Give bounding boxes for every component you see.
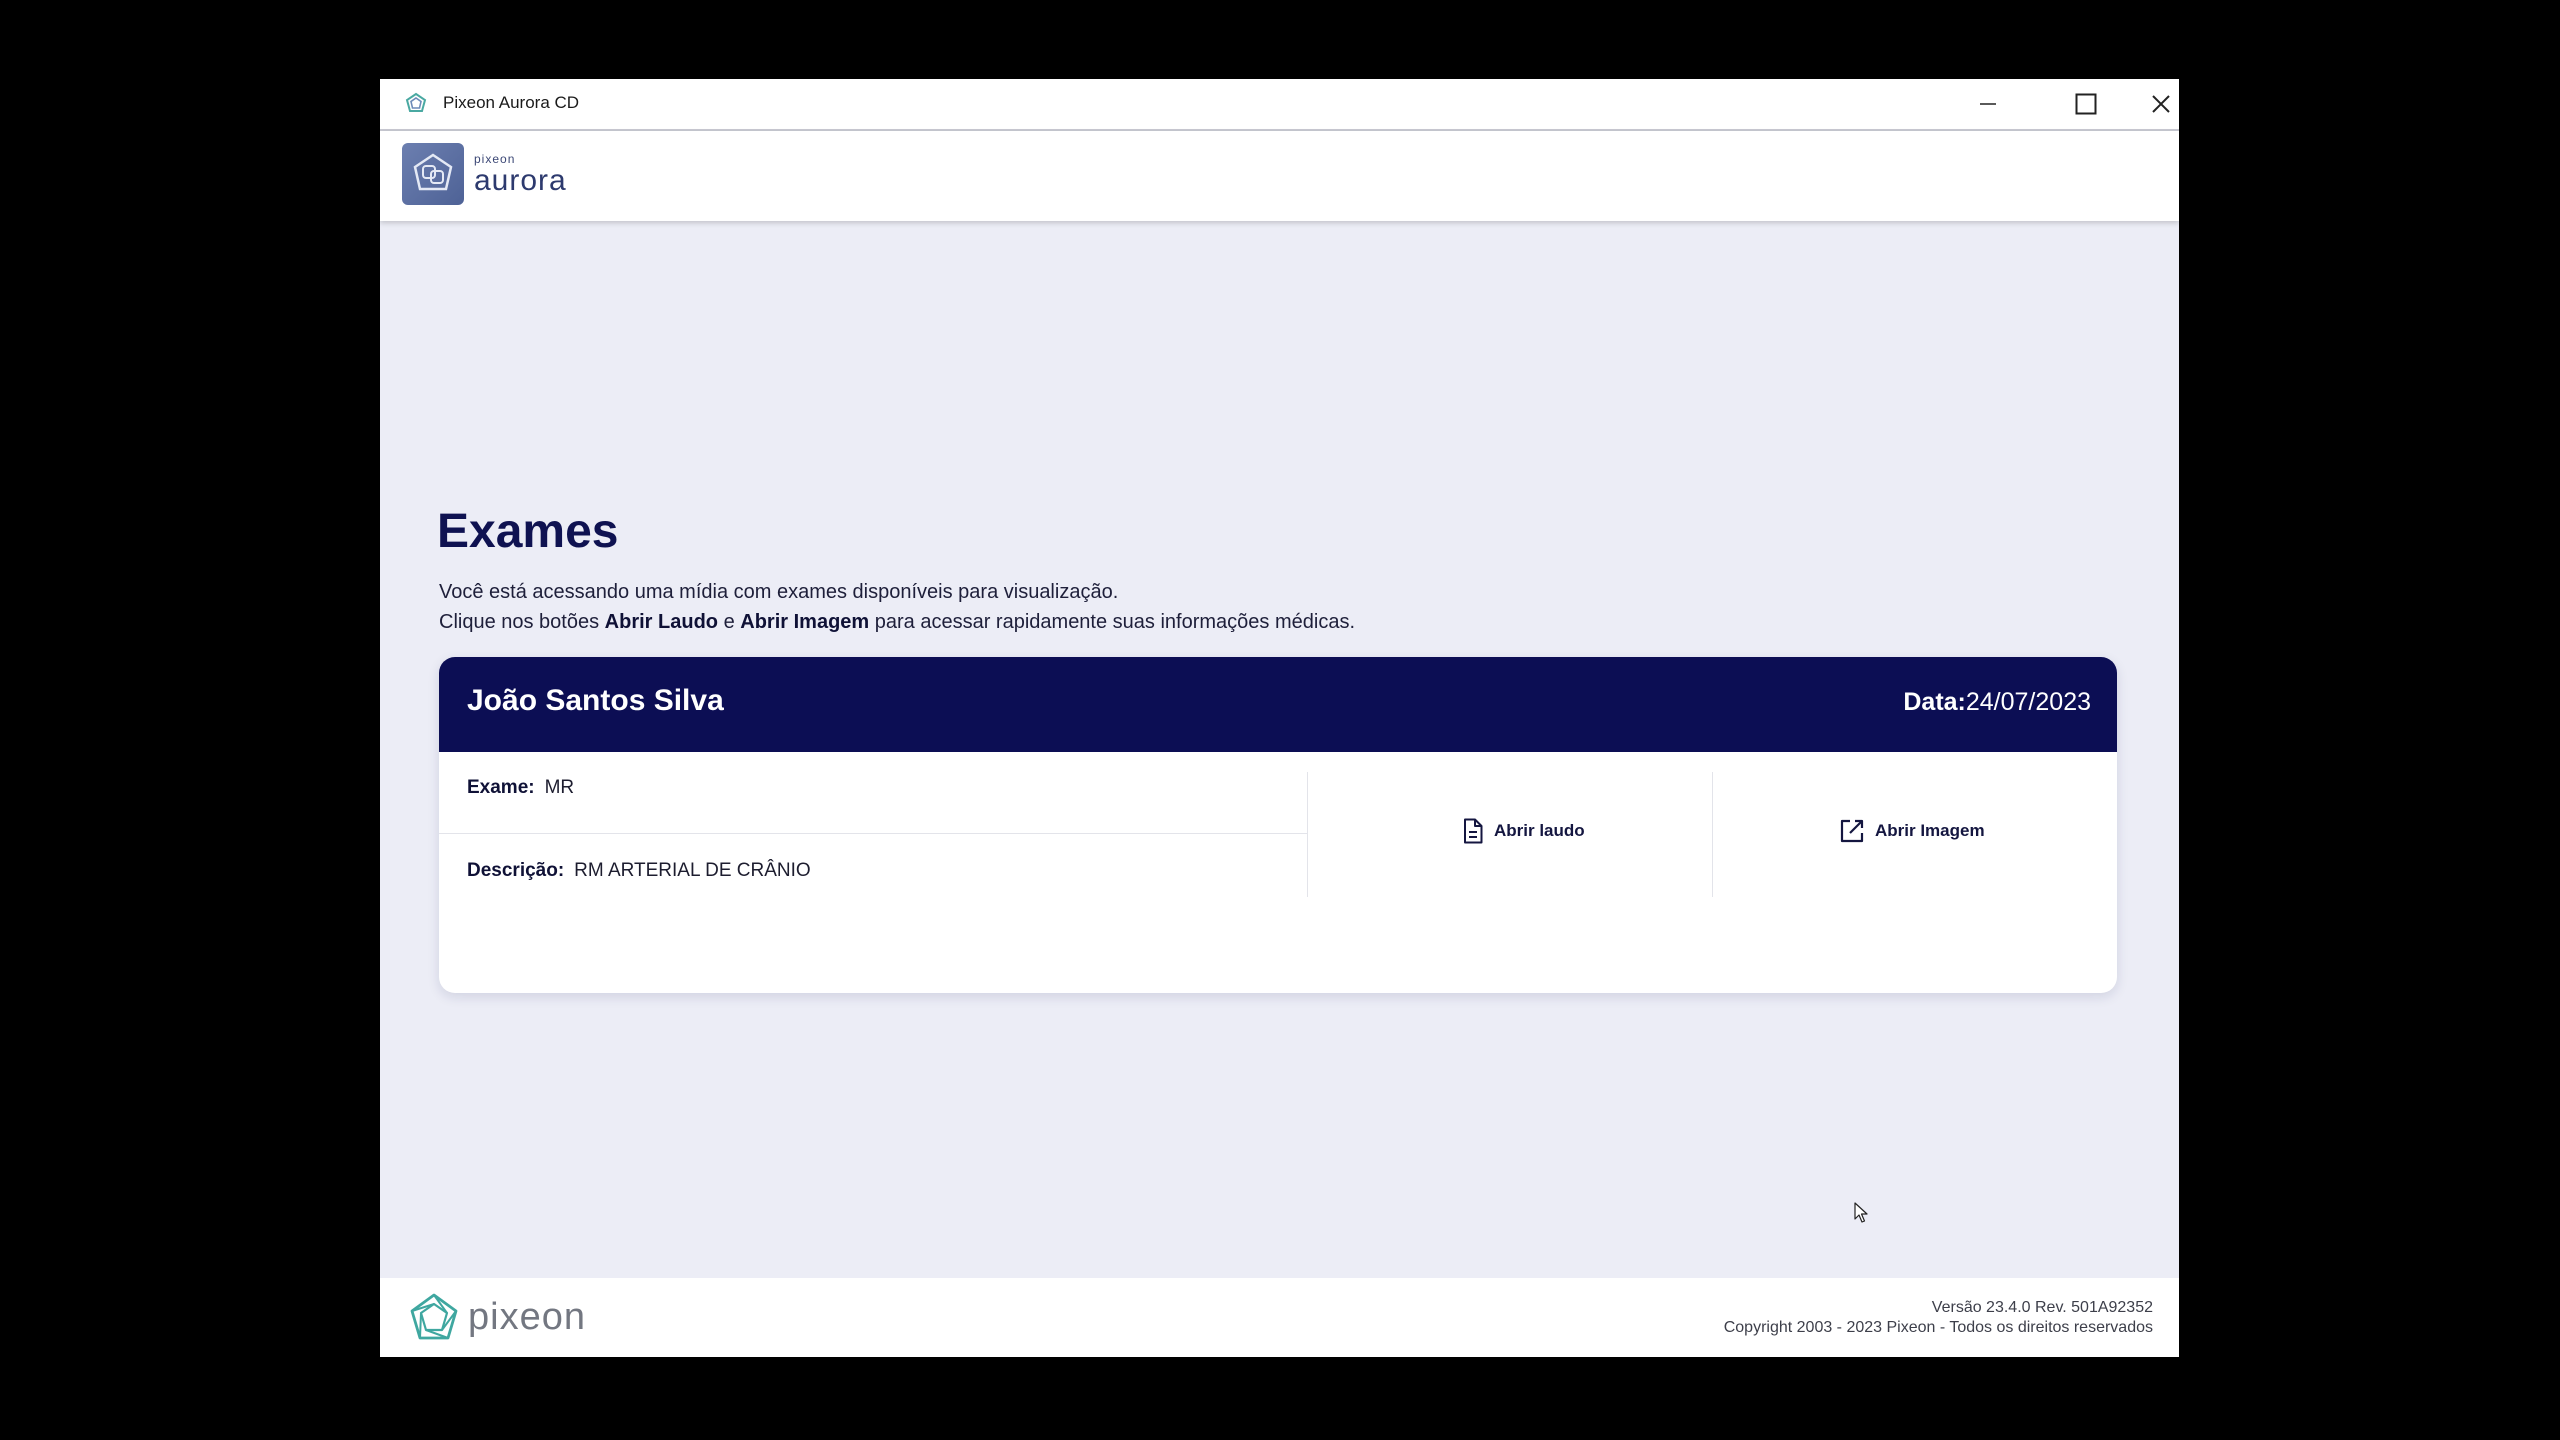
footer: PIXEON Versão 23.4.0 Rev. 501A92352 Copy… [380,1278,2179,1357]
exam-date-value: 24/07/2023 [1965,688,2091,716]
maximize-button[interactable] [2038,79,2134,129]
exam-type-value: MR [544,777,575,798]
window-title: Pixeon Aurora CD [443,93,580,112]
exam-description-label: Descrição: [467,860,565,881]
app-header: PIXEON AURORA [380,131,2179,221]
aurora-logo-mark [402,143,464,205]
exam-card-body: Exame: MR Descrição: RM ARTERIAL DE CRÂNIO… [439,752,2117,993]
footer-info: Versão 23.4.0 Rev. 501A92352 Copyright 2… [1724,1298,2153,1338]
exam-type-row: Exame: MR [467,777,574,799]
app-window: Pixeon Aurora CD pixeon aurora Exames Vo… [380,79,2179,1357]
title-bar[interactable]: Pixeon Aurora CD [380,79,2179,131]
aurora-emblem-icon [413,153,453,191]
pixeon-emblem-icon [410,1293,458,1340]
open-report-button[interactable]: Abrir laudo [1462,816,1585,846]
minimize-icon [1980,103,1996,105]
pixeon-app-icon [405,92,427,112]
mouse-cursor-icon [1854,1202,1868,1223]
pixeon-logo: PIXEON [408,1292,586,1342]
aurora-logo: PIXEON AURORA [402,143,567,205]
minimize-button[interactable] [1940,79,2036,129]
patient-name: João Santos Silva [467,684,724,717]
intro-line-1: Você está acessando uma mídia com exames… [439,581,1119,603]
exam-date: Data:24/07/2023 [1903,688,2091,717]
aurora-logo-wordmark: AURORA [474,163,567,197]
exam-date-label: Data: [1903,688,1966,716]
exam-card: João Santos Silva Data:24/07/2023 Exame:… [439,657,2117,993]
open-report-label: Abrir laudo [1494,821,1585,840]
external-link-icon [1840,819,1864,843]
open-image-button[interactable]: Abrir Imagem [1839,816,1985,846]
divider [439,833,1307,834]
document-icon [1464,818,1483,844]
divider [1712,772,1713,897]
aurora-logo-brand: PIXEON [474,151,516,166]
pixeon-wordmark: PIXEON [468,1295,586,1338]
close-button[interactable] [2136,79,2179,129]
maximize-icon [2075,93,2097,115]
exam-description-row: Descrição: RM ARTERIAL DE CRÂNIO [467,860,811,882]
exam-type-label: Exame: [467,777,535,798]
version-text: Versão 23.4.0 Rev. 501A92352 [1931,1299,2153,1316]
page-title: Exames [437,505,619,558]
exam-info: Exame: MR Descrição: RM ARTERIAL DE CRÂNIO [439,752,1307,993]
open-image-label: Abrir Imagem [1875,821,1985,840]
exam-card-header: João Santos Silva Data:24/07/2023 [439,657,2117,752]
intro-text: Você está acessando uma mídia com exames… [439,577,1355,637]
divider [1307,772,1308,897]
close-icon [2152,95,2170,113]
exam-description-value: RM ARTERIAL DE CRÂNIO [574,860,811,881]
intro-line-2: Clique nos botões Abrir Laudo e Abrir Im… [439,611,1355,633]
copyright-text: Copyright 2003 - 2023 Pixeon - Todos os … [1723,1319,2153,1336]
